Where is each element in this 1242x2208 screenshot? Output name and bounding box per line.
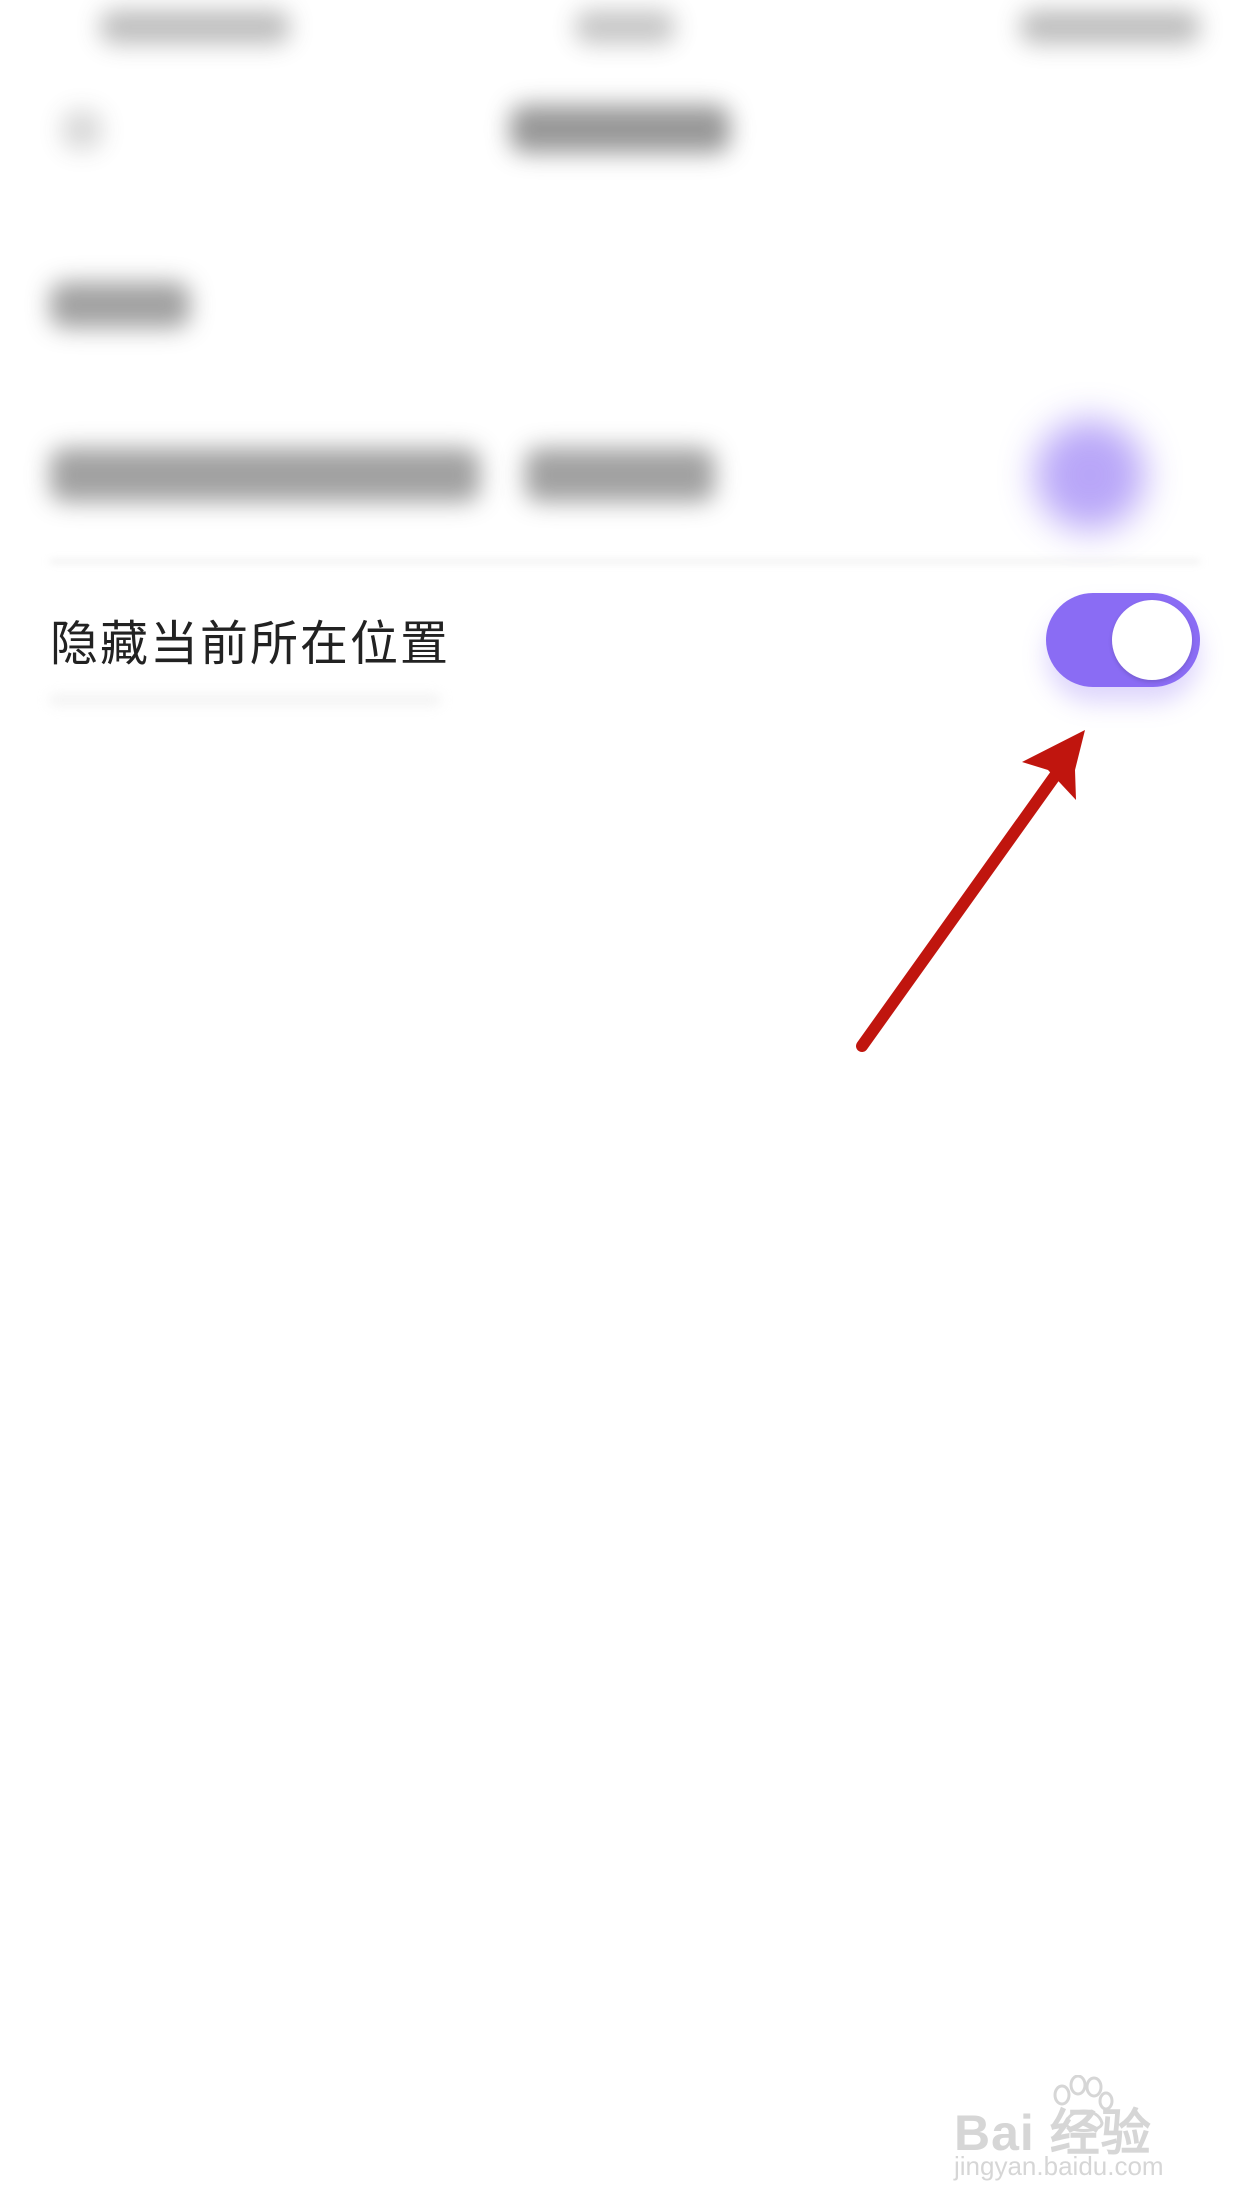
- setting-row-blurred-toggle[interactable]: [1035, 420, 1145, 530]
- row-divider: [50, 695, 440, 705]
- baidu-jingyan-watermark: Bai 经验 jingyan.baidu.com: [940, 2075, 1230, 2185]
- status-bar-time-blurred: [100, 10, 290, 44]
- status-bar-center-blurred: [575, 10, 675, 44]
- watermark-url: jingyan.baidu.com: [954, 2151, 1164, 2181]
- setting-row-blurred-label-extra: [525, 448, 715, 502]
- hide-location-toggle[interactable]: [1046, 593, 1200, 687]
- setting-row-hide-location: 隐藏当前所在位置: [0, 590, 1242, 700]
- page-title-blurred: [510, 105, 730, 153]
- status-bar-icons-blurred: [1020, 10, 1200, 44]
- toggle-knob: [1112, 600, 1192, 680]
- section-header-blurred: [50, 282, 190, 328]
- annotation-arrow-icon: [856, 730, 1085, 1052]
- back-icon[interactable]: [62, 110, 102, 150]
- settings-screen: 隐藏当前所在位置 Bai 经验 jingyan.baidu.com: [0, 0, 1242, 2208]
- setting-row-blurred-label: [50, 448, 480, 502]
- divider: [50, 560, 1200, 563]
- setting-label: 隐藏当前所在位置: [50, 616, 451, 672]
